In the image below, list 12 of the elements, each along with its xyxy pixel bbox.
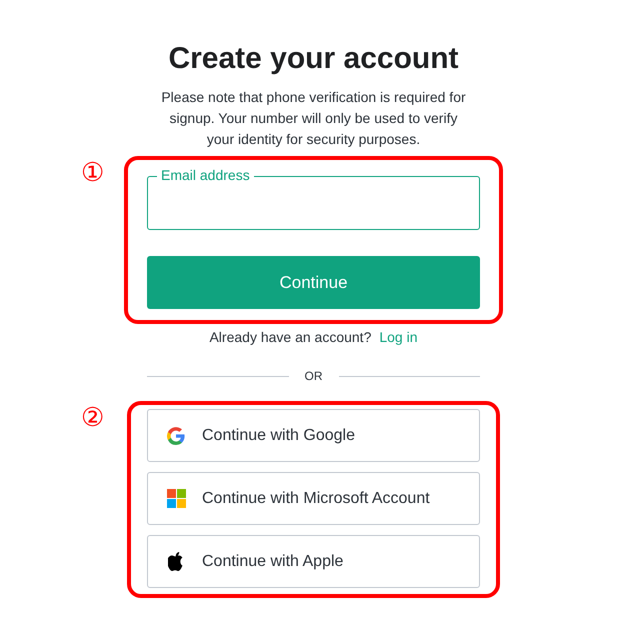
annotation-number: ① <box>81 158 104 188</box>
login-prompt-text: Already have an account? <box>209 328 372 347</box>
page-title: Create your account <box>167 41 460 77</box>
social-login-button[interactable]: Continue with Apple <box>147 535 480 588</box>
notice-text: Please note that phone verification is required for signup. Your number will only be used to verify your identity for security purposes. <box>160 88 467 149</box>
apple-icon <box>168 552 184 571</box>
social-login-button[interactable]: Continue with Microsoft Account <box>147 472 480 525</box>
google-icon <box>167 426 185 444</box>
social-login-button[interactable]: Continue with Google <box>147 409 480 462</box>
windows-squares-icon <box>166 489 186 508</box>
annotation-number: ② <box>81 403 104 433</box>
divider-text: OR <box>304 368 322 384</box>
